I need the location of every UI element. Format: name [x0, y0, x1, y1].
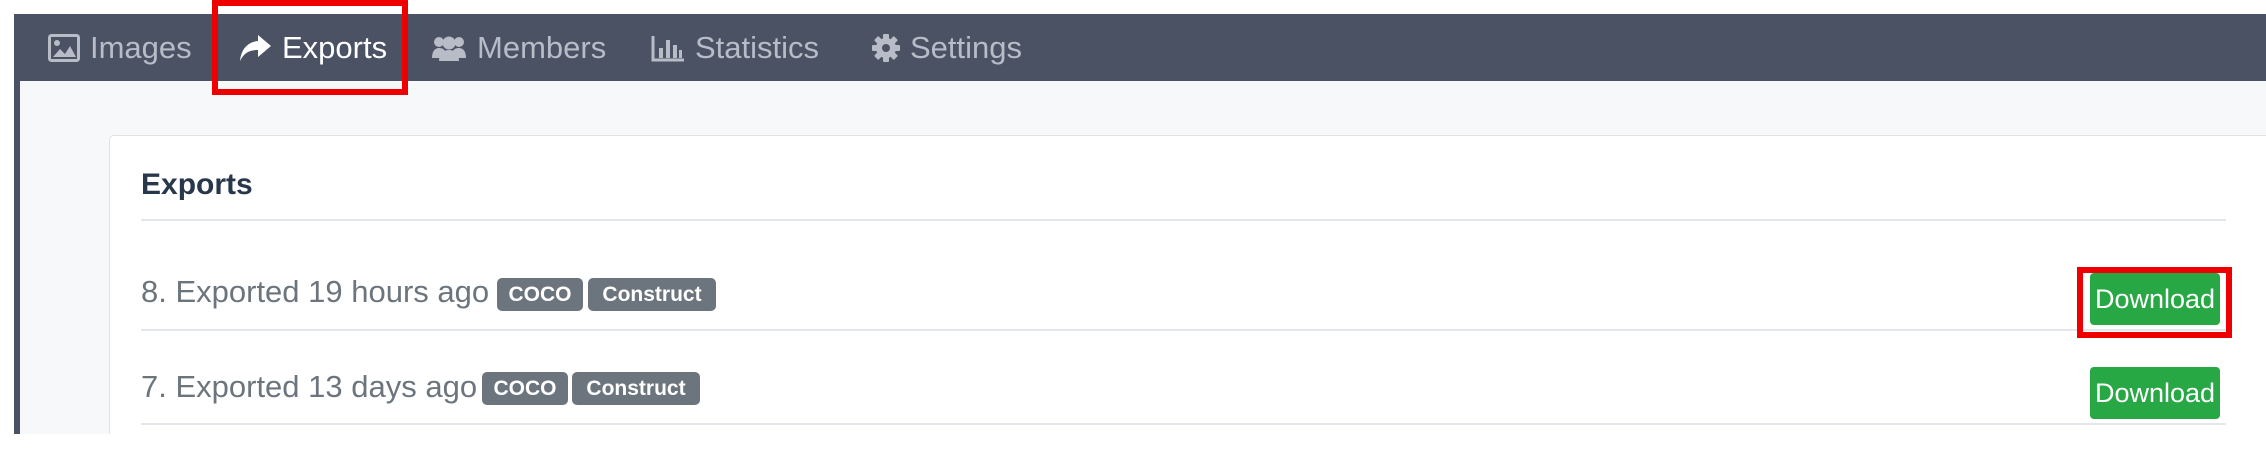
exports-tab-highlight: [212, 0, 408, 95]
image-icon: [48, 33, 80, 62]
tab-label: Settings: [910, 29, 1023, 65]
users-icon: [431, 34, 467, 62]
tab-statistics[interactable]: Statistics: [651, 14, 819, 81]
tab-members[interactable]: Members: [431, 14, 606, 81]
divider: [141, 423, 2226, 425]
format-badge: COCO: [497, 278, 583, 311]
export-row-text: 8. Exported 19 hours ago: [141, 274, 490, 309]
left-border: [14, 14, 20, 434]
divider: [141, 219, 2226, 221]
dataset-badge: Construct: [572, 372, 700, 405]
bar-chart-icon: [651, 34, 685, 62]
page-bottom: [0, 434, 2266, 471]
tab-settings[interactable]: Settings: [872, 14, 1022, 81]
tab-label: Statistics: [695, 29, 820, 65]
dataset-badge: Construct: [588, 278, 716, 311]
format-badge: COCO: [482, 372, 568, 405]
card-title: Exports: [141, 168, 253, 201]
tab-label: Images: [90, 29, 192, 65]
export-row-text: 7. Exported 13 days ago: [141, 369, 478, 404]
download-button-highlight: [2077, 267, 2232, 338]
divider: [141, 329, 2226, 331]
tab-images[interactable]: Images: [48, 14, 192, 81]
tab-label: Members: [477, 29, 607, 65]
download-button[interactable]: Download: [2090, 367, 2220, 419]
gear-icon: [872, 33, 900, 62]
